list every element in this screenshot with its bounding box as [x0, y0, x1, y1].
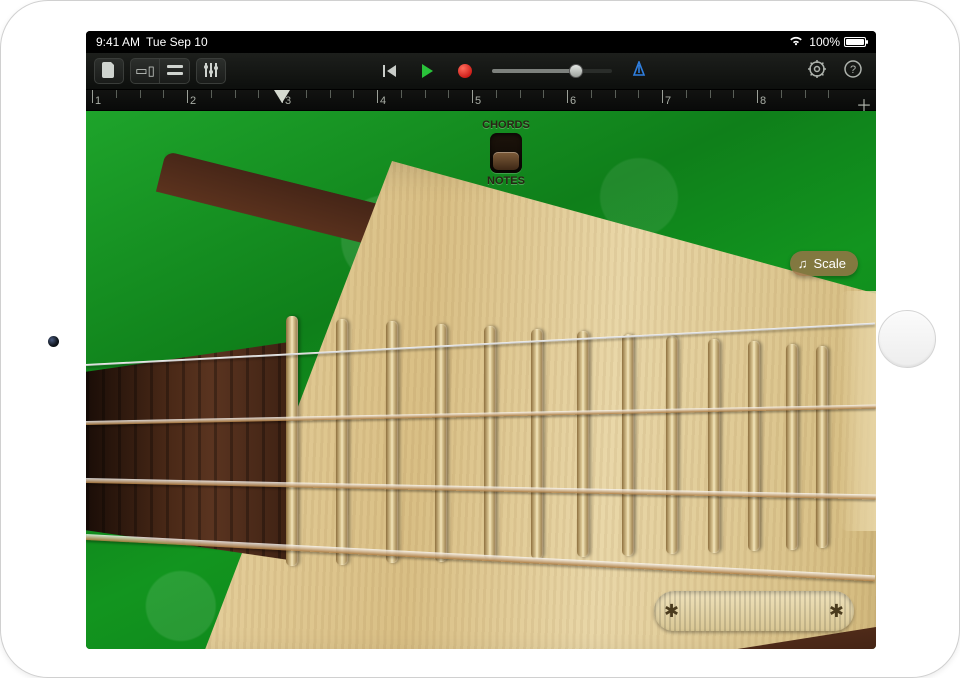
settings-button[interactable] — [802, 58, 832, 84]
ipad-frame: 9:41 AM Tue Sep 10 100% — [0, 0, 960, 678]
playhead[interactable] — [274, 90, 290, 103]
screen: 9:41 AM Tue Sep 10 100% — [86, 31, 876, 649]
battery-percent: 100% — [809, 35, 840, 49]
volume-fill — [492, 69, 576, 73]
status-bar: 9:41 AM Tue Sep 10 100% — [86, 31, 876, 53]
track-controls-button[interactable] — [196, 58, 226, 84]
instrument-stage: CHORDS NOTES ♫ Scale ✱ ✱ — [86, 111, 876, 649]
record-button[interactable] — [450, 58, 480, 84]
document-icon — [102, 62, 116, 81]
ruler-bar-label: 5 — [475, 95, 481, 107]
play-icon — [422, 64, 433, 78]
battery-indicator: 100% — [809, 35, 866, 49]
home-button[interactable] — [878, 310, 936, 368]
app-toolbar: ▭▯ — [86, 53, 876, 89]
help-icon: ? — [844, 60, 862, 83]
scale-label: Scale — [813, 256, 846, 271]
status-time: 9:41 AM — [96, 35, 140, 49]
view-toggle-group: ▭▯ — [130, 58, 190, 84]
string-2[interactable] — [86, 404, 876, 425]
sliders-icon — [204, 63, 218, 80]
ruler-bar-label: 7 — [665, 95, 671, 107]
ruler-bar-label: 8 — [760, 95, 766, 107]
flower-icon-left: ✱ — [664, 601, 679, 622]
scale-button[interactable]: ♫ Scale — [790, 251, 858, 276]
tracks-view-button[interactable] — [160, 58, 190, 84]
play-button[interactable] — [410, 58, 444, 84]
wifi-icon — [789, 35, 803, 49]
metronome-icon — [631, 61, 647, 82]
switch-label-top: CHORDS — [466, 119, 546, 131]
chords-notes-switch[interactable]: CHORDS NOTES — [466, 119, 546, 187]
svg-text:?: ? — [850, 64, 856, 76]
ruler-bar-label: 2 — [190, 95, 196, 107]
instrument-browser-button[interactable]: ▭▯ — [130, 58, 160, 84]
my-songs-button[interactable] — [94, 58, 124, 84]
strings[interactable] — [86, 346, 876, 556]
ruler-bar-label: 4 — [380, 95, 386, 107]
ruler-bar-label: 6 — [570, 95, 576, 107]
skip-back-icon — [383, 65, 396, 77]
ruler-bar-label: 1 — [95, 95, 101, 107]
music-notes-icon: ♫ — [798, 256, 808, 271]
go-to-beginning-button[interactable] — [374, 58, 404, 84]
string-3[interactable] — [86, 478, 876, 500]
grid-icon: ▭▯ — [135, 63, 154, 79]
status-date: Tue Sep 10 — [146, 35, 208, 49]
help-button[interactable]: ? — [838, 58, 868, 84]
switch-knob[interactable] — [493, 152, 519, 170]
record-icon — [458, 64, 472, 78]
timeline-ruler[interactable]: ＋ 12345678 — [86, 89, 876, 111]
gear-icon — [808, 60, 826, 83]
flower-icon-right: ✱ — [829, 601, 844, 622]
pitch-wheel[interactable]: ✱ ✱ — [654, 591, 854, 631]
volume-knob[interactable] — [569, 64, 583, 78]
front-camera — [48, 336, 59, 347]
switch-label-bottom: NOTES — [466, 175, 546, 187]
metronome-button[interactable] — [624, 58, 654, 84]
master-volume-slider[interactable] — [492, 69, 612, 73]
tracks-icon — [167, 64, 183, 79]
